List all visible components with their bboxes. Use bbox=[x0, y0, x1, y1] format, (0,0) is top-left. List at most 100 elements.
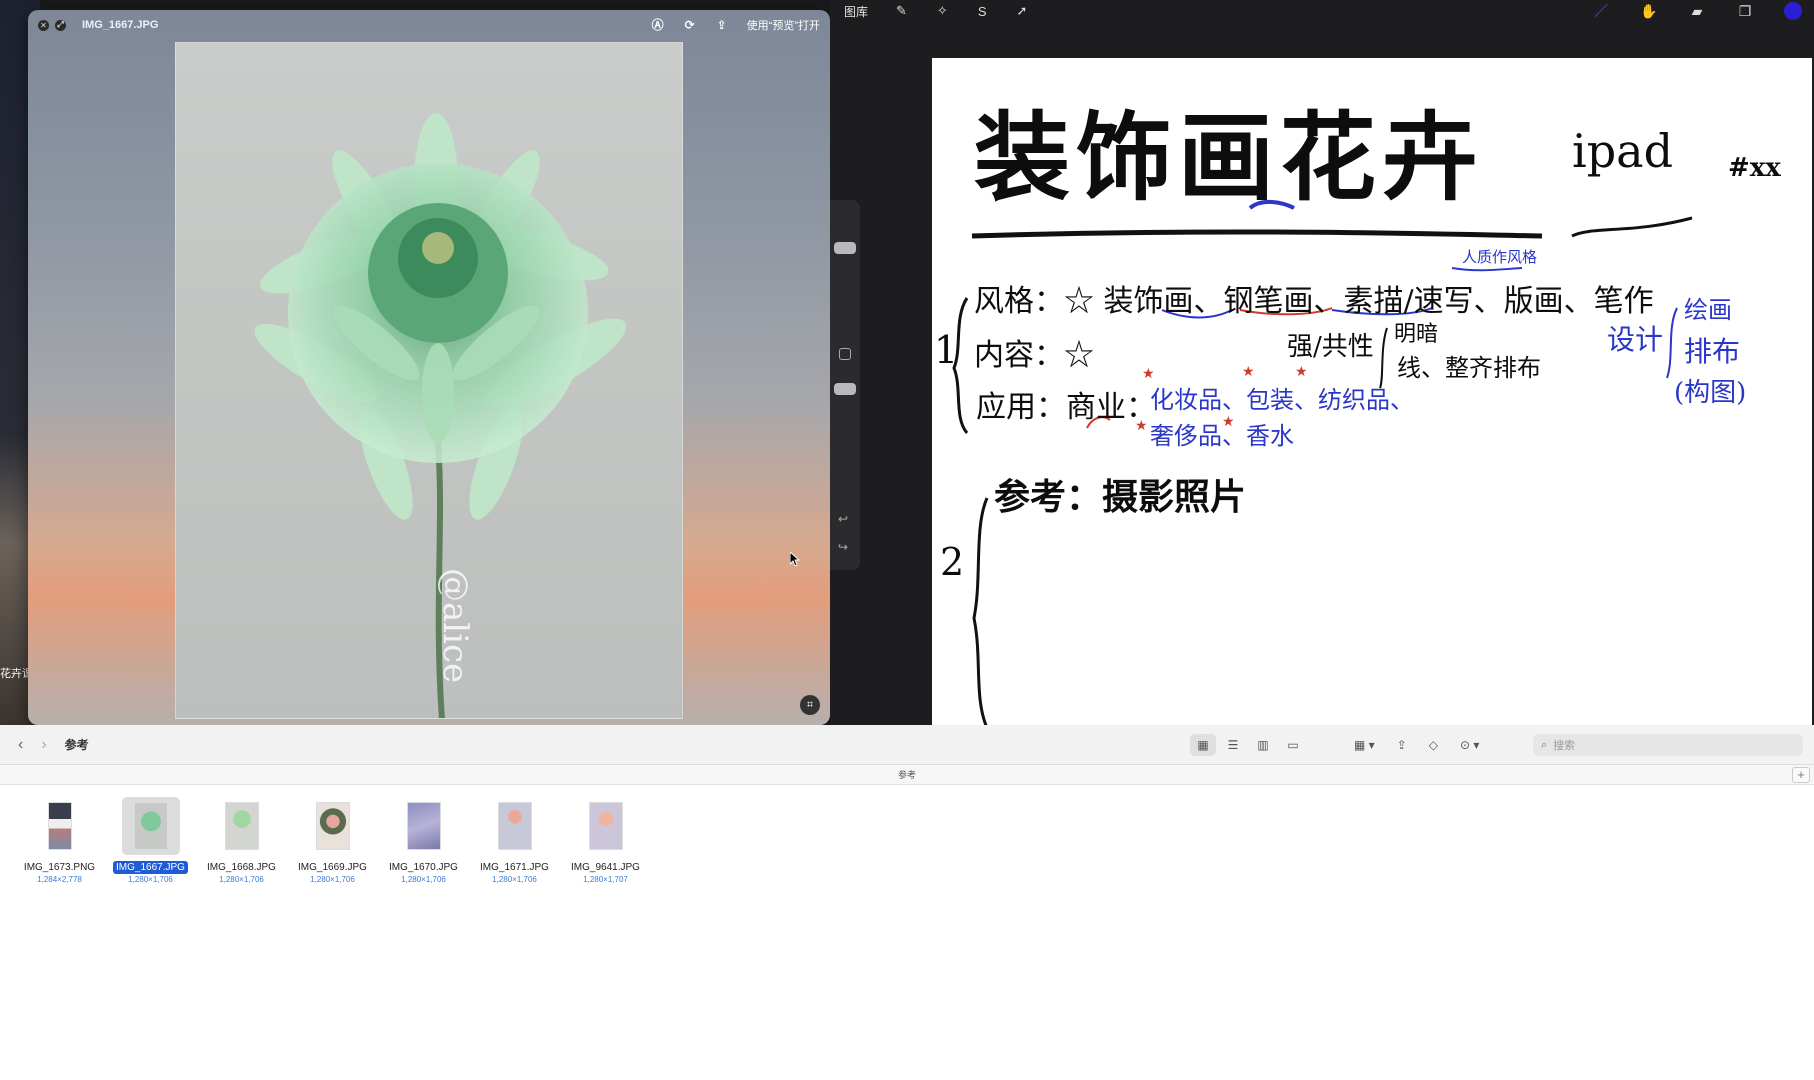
quicklook-window: ✕ ⤢ IMG_1667.JPG Ⓐ ⟳ ⇪ 使用“预览”打开 @alice ⌗ bbox=[28, 10, 830, 725]
path-bar: 参考 bbox=[0, 765, 1814, 785]
line-content: 内容：☆ bbox=[974, 338, 1094, 373]
file-thumbnail bbox=[497, 802, 532, 850]
canvas-title-tag: #xx bbox=[1728, 153, 1781, 183]
side-layout: 排布 bbox=[1684, 335, 1741, 368]
wrench-icon[interactable]: ✎ bbox=[896, 3, 907, 19]
column-view-icon[interactable]: ▥ bbox=[1250, 734, 1276, 756]
drawing-canvas[interactable]: ★ ★ ★ ★ ★ 装饰画花卉 ipad #xx 人质作风格 1 风格：☆ 装饰… bbox=[932, 58, 1812, 725]
add-tab-button[interactable]: + bbox=[1792, 767, 1810, 783]
color-picker[interactable] bbox=[1784, 2, 1802, 20]
line-style: 风格：☆ 装饰画、钢笔画、素描/速写、版画、笔作 bbox=[974, 284, 1654, 319]
smudge-icon[interactable]: ✋ bbox=[1640, 3, 1658, 19]
file-thumbnail bbox=[47, 802, 72, 850]
tag-icon[interactable]: ◇ bbox=[1425, 734, 1442, 756]
search-placeholder: 搜索 bbox=[1553, 740, 1576, 752]
more-actions-icon[interactable]: ⊙ ▾ bbox=[1456, 734, 1483, 756]
file-thumbnail bbox=[588, 802, 623, 850]
line-reference: 参考：摄影照片 bbox=[994, 476, 1247, 518]
file-item[interactable]: IMG_1669.JPG 1,280×1,706 bbox=[287, 797, 378, 884]
file-thumbnail bbox=[406, 802, 441, 850]
window-title: IMG_1667.JPG bbox=[82, 19, 159, 31]
file-name: IMG_1667.JPG bbox=[113, 861, 188, 874]
side-painting: 绘画 bbox=[1684, 296, 1732, 324]
modify-button[interactable] bbox=[839, 348, 851, 360]
note-top: 人质作风格 bbox=[1462, 248, 1538, 266]
watermark-text: @alice bbox=[435, 568, 475, 683]
file-dimensions: 1,280×1,706 bbox=[310, 875, 355, 884]
file-name: IMG_1673.PNG bbox=[23, 862, 96, 873]
share-icon[interactable]: ⇪ bbox=[1393, 734, 1411, 756]
contrast-b: 线、整齐排布 bbox=[1397, 354, 1541, 382]
file-dimensions: 1,280×1,707 bbox=[583, 875, 628, 884]
markup-icon[interactable]: Ⓐ bbox=[651, 18, 665, 32]
view-mode-group: ▦ ☰ ▥ ▭ bbox=[1190, 734, 1306, 756]
finder-window: ‹ › 参考 ▦ ☰ ▥ ▭ ▦ ▾ ⇪ ◇ ⊙ ▾ ⌕ 搜索 参考 + IMG… bbox=[0, 725, 1814, 1080]
search-icon: ⌕ bbox=[1541, 738, 1548, 751]
file-dimensions: 1,284×2,778 bbox=[37, 875, 82, 884]
fullscreen-icon[interactable]: ⤢ bbox=[55, 19, 66, 31]
section1-number: 1 bbox=[934, 328, 959, 372]
brush-size-slider[interactable] bbox=[834, 242, 856, 254]
file-thumbnail bbox=[224, 802, 259, 850]
file-thumbnail bbox=[315, 802, 350, 850]
eraser-icon[interactable]: ▰ bbox=[1688, 3, 1706, 19]
drawing-app-window: 图库 ✎ ✧ S ➚ ／ ✋ ▰ ❐ ↩ ↪ ★ ★ ★ ★ ★ 装饰画花卉 i… bbox=[830, 0, 1814, 725]
gallery-button[interactable]: 图库 bbox=[844, 3, 868, 20]
file-grid: IMG_1673.PNG 1,284×2,778 IMG_1667.JPG 1,… bbox=[14, 797, 651, 884]
file-dimensions: 1,280×1,706 bbox=[401, 875, 446, 884]
undo-icon[interactable]: ↩ bbox=[838, 512, 848, 526]
file-name: IMG_1671.JPG bbox=[480, 862, 549, 873]
layers-icon[interactable]: ❐ bbox=[1736, 3, 1754, 19]
folder-title: 参考 bbox=[64, 738, 89, 752]
opacity-slider[interactable] bbox=[834, 383, 856, 395]
brush-icon[interactable]: ／ bbox=[1592, 3, 1610, 19]
back-icon[interactable]: ‹ bbox=[18, 736, 23, 754]
forward-icon[interactable]: › bbox=[41, 736, 46, 754]
transform-icon[interactable]: ➚ bbox=[1017, 3, 1028, 19]
selection-icon[interactable]: S bbox=[978, 4, 987, 19]
list-view-icon[interactable]: ☰ bbox=[1220, 734, 1246, 756]
red-star-mark: ★ bbox=[1142, 365, 1155, 381]
canvas-title: 装饰画花卉 bbox=[974, 101, 1484, 214]
gallery-view-icon[interactable]: ▭ bbox=[1280, 734, 1306, 756]
search-input[interactable]: ⌕ 搜索 bbox=[1533, 734, 1803, 756]
red-star-mark: ★ bbox=[1295, 363, 1308, 379]
file-name: IMG_1669.JPG bbox=[298, 862, 367, 873]
line-usage-b: 化妆品、包装、纺织品、 bbox=[1150, 386, 1414, 414]
line-content-right: 强/共性 bbox=[1287, 332, 1374, 362]
chrysanthemum-illustration: @alice bbox=[254, 113, 627, 718]
ocr-icon[interactable]: ⌗ bbox=[800, 695, 820, 715]
file-item[interactable]: IMG_1671.JPG 1,280×1,706 bbox=[469, 797, 560, 884]
finder-action-icons: ▦ ▾ ⇪ ◇ ⊙ ▾ bbox=[1350, 734, 1483, 756]
side-design: 设计 bbox=[1607, 323, 1664, 356]
preview-image: @alice bbox=[175, 42, 683, 719]
open-with-preview-button[interactable]: 使用“预览”打开 bbox=[747, 17, 820, 33]
file-thumbnail bbox=[133, 802, 168, 850]
file-item[interactable]: IMG_9641.JPG 1,280×1,707 bbox=[560, 797, 651, 884]
file-name: IMG_1668.JPG bbox=[207, 862, 276, 873]
group-by-icon[interactable]: ▦ ▾ bbox=[1350, 734, 1379, 756]
quicklook-titlebar: ✕ ⤢ IMG_1667.JPG Ⓐ ⟳ ⇪ 使用“预览”打开 bbox=[28, 10, 830, 40]
rotate-icon[interactable]: ⟳ bbox=[683, 18, 697, 32]
mouse-cursor-icon bbox=[789, 550, 801, 571]
red-star-mark: ★ bbox=[1242, 363, 1255, 379]
canvas-title-suffix: ipad bbox=[1572, 124, 1674, 178]
icon-view-icon[interactable]: ▦ bbox=[1190, 734, 1216, 756]
file-item[interactable]: IMG_1667.JPG 1,280×1,706 bbox=[105, 797, 196, 884]
file-name: IMG_9641.JPG bbox=[571, 862, 640, 873]
magic-wand-icon[interactable]: ✧ bbox=[937, 3, 948, 19]
file-item[interactable]: IMG_1673.PNG 1,284×2,778 bbox=[14, 797, 105, 884]
file-dimensions: 1,280×1,706 bbox=[128, 875, 173, 884]
close-icon[interactable]: ✕ bbox=[38, 19, 49, 31]
file-item[interactable]: IMG_1670.JPG 1,280×1,706 bbox=[378, 797, 469, 884]
side-composition: (构图) bbox=[1674, 378, 1747, 408]
contrast-a: 明暗 bbox=[1394, 322, 1439, 347]
line-usage-a: 应用：商业： bbox=[976, 390, 1156, 425]
section2-number: 2 bbox=[940, 540, 965, 584]
redo-icon[interactable]: ↪ bbox=[838, 540, 848, 554]
file-dimensions: 1,280×1,706 bbox=[219, 875, 264, 884]
brush-size-rail: ↩ ↪ bbox=[830, 200, 860, 570]
share-icon[interactable]: ⇪ bbox=[715, 18, 729, 32]
file-item[interactable]: IMG_1668.JPG 1,280×1,706 bbox=[196, 797, 287, 884]
file-name: IMG_1670.JPG bbox=[389, 862, 458, 873]
